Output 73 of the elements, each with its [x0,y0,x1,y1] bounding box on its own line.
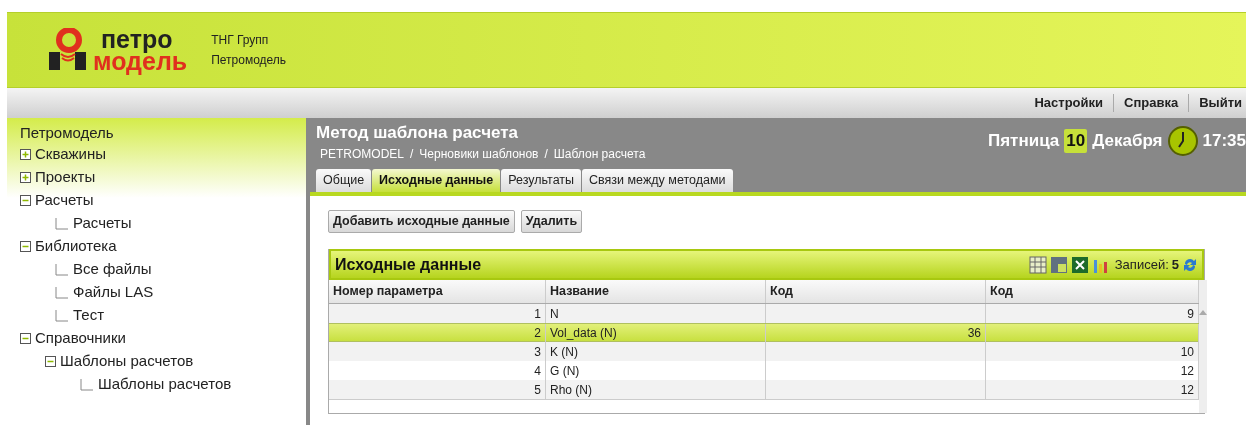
calendar-day: 10 [1064,129,1088,153]
table-row[interactable]: 1 N 9 [329,304,1199,323]
tab[interactable]: Связи между методами [582,169,733,192]
tree-item[interactable]: Скважины [35,143,106,166]
tree-item[interactable]: Шаблоны расчетов [60,350,194,373]
tree-item[interactable]: Библиотека [35,235,117,258]
top-link[interactable]: Настройки [1030,93,1107,113]
collapse-icon[interactable] [20,333,31,344]
table-cell-text: 1 [534,305,541,323]
top-link[interactable]: Справка [1120,93,1183,113]
table-cell-text: 4 [534,362,541,380]
table-cell-text: Vol_data (N) [550,325,617,342]
tree-item[interactable]: Тест [73,304,105,327]
month: Декабря [1092,130,1163,153]
expand-icon[interactable] [20,172,31,183]
tree-connector-icon [55,217,69,230]
records-count: 5 [1171,255,1179,274]
table-row[interactable]: 2 Vol_data (N) 36 [329,323,1199,342]
tree-item[interactable]: Расчеты [35,189,94,212]
tree-connector-icon [55,309,69,322]
collapse-icon[interactable] [45,356,56,367]
table-cell-text: 3 [534,343,541,361]
breadcrumb-separator: / [544,146,548,163]
table-cell-text: G (N) [550,362,580,380]
tree-item[interactable]: Проекты [35,166,96,189]
tree-item[interactable]: Шаблоны расчетов [98,373,232,396]
column-header[interactable]: Код [766,280,986,303]
top-link[interactable]: Выйти [1195,93,1246,113]
collapse-icon[interactable] [20,195,31,206]
table-cell-text: 2 [534,325,541,342]
toolbar-button[interactable]: Удалить [520,210,583,233]
tree-item[interactable]: Все файлы [73,258,152,281]
breadcrumb-link[interactable]: Шаблон расчета [553,145,646,163]
tree-connector-icon [55,263,69,276]
tree-connector-icon [55,286,69,299]
tab[interactable]: Исходные данные [372,169,501,192]
sidebar-title: Петромодель [20,123,115,143]
tree-item[interactable]: Справочники [35,327,126,350]
breadcrumb-link[interactable]: PETROMODEL [320,145,404,163]
weekday: Пятница [987,130,1060,153]
table-cell-text: 5 [534,381,541,399]
clock-icon [1167,126,1198,156]
collapse-icon[interactable] [20,241,31,252]
table-cell-text: N [550,305,559,323]
tree-item[interactable]: Расчеты [73,212,132,235]
table-cell-text: 9 [1187,305,1194,323]
spreadsheet-icon[interactable] [1070,255,1089,274]
page-title: Метод шаблона расчета [316,123,519,143]
table-cell-text: 10 [1180,343,1194,361]
expand-icon[interactable] [20,149,31,160]
breadcrumb-link[interactable]: Черновики шаблонов [419,145,539,163]
breadcrumb-separator: / [410,146,414,163]
table-cell-text: K (N) [550,343,578,361]
company-name: ТНГ Групп [211,32,270,49]
company-name: Петромодель [211,52,287,69]
clock-time: 17:35 [1202,130,1246,153]
records-label: Записей: [1114,255,1169,274]
table-cell-text: 12 [1180,381,1194,399]
table-icon[interactable] [1028,255,1047,274]
tab[interactable]: Результаты [501,169,582,192]
column-header[interactable]: Название [546,280,766,303]
tab[interactable]: Общие [316,169,372,192]
logo-mark-icon [47,28,89,72]
column-header[interactable]: Номер параметра [329,280,546,303]
grid-title: Исходные данные [335,254,482,275]
table-cell-text: 12 [1180,362,1194,380]
table-row[interactable]: 5 Rho (N) 12 [329,380,1199,399]
toolbar-button[interactable]: Добавить исходные данные [328,210,515,233]
table-cell-text: Rho (N) [550,381,592,399]
table-row[interactable]: 3 K (N) 10 [329,342,1199,361]
tree-item[interactable]: Файлы LAS [73,281,154,304]
tree-connector-icon [80,378,94,391]
table-cell-text: 36 [967,325,981,342]
